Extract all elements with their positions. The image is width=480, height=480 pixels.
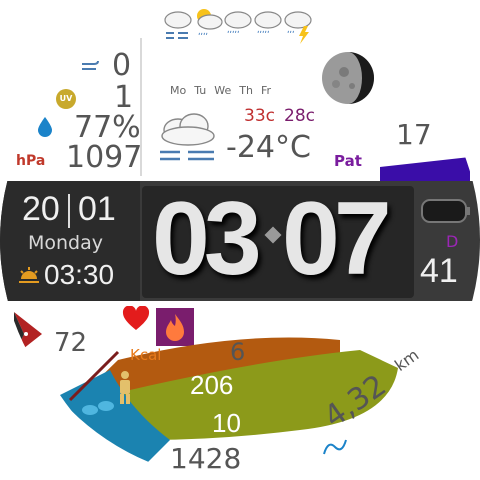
watch-face: ʹʹʹʹ ʹʹʹʹʹ ʹʹʹʹʹ ʹʹʹ 0 UV 1 77% hPa 1097 [0,0,480,480]
footprint-icon [82,401,114,415]
minutes-value: 10 [212,408,241,438]
person-icon [120,371,130,404]
kcal-value: 206 [190,370,234,400]
kcal-label: Kcal [130,346,162,364]
steps-value: 1428 [170,442,242,475]
floors-value: 6 [230,338,246,366]
route-icon [323,439,347,455]
